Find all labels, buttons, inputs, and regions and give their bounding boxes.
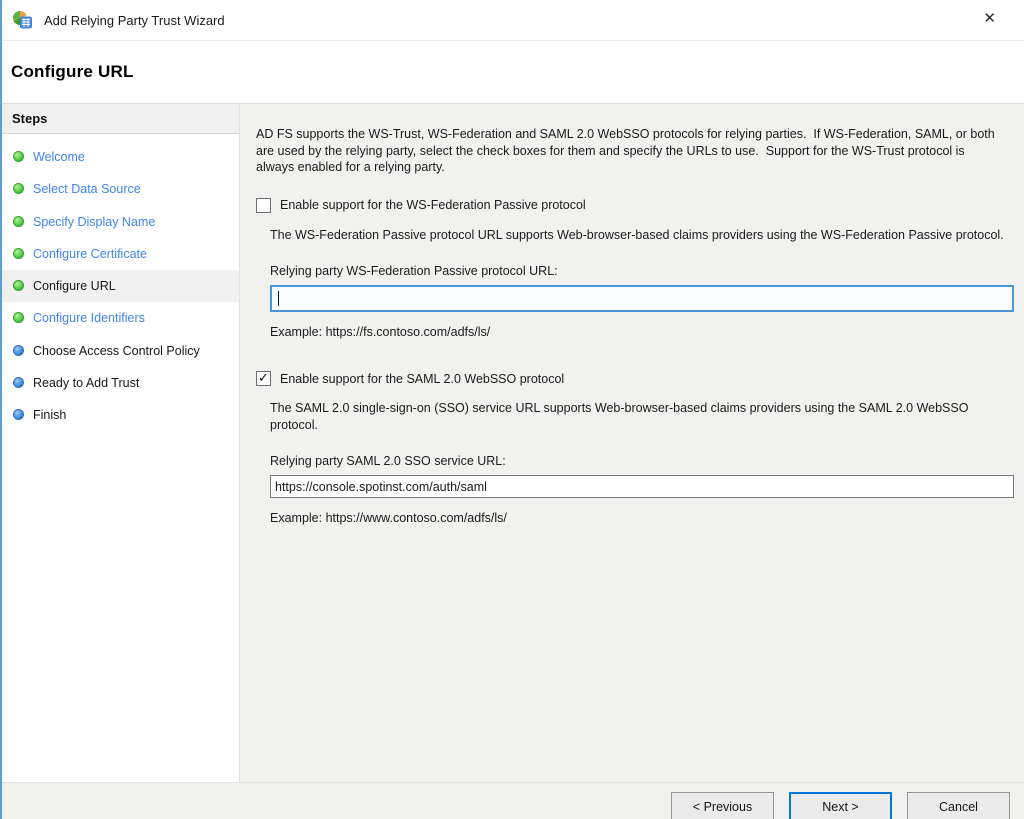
- step-bullet-icon: [13, 248, 24, 259]
- sidebar-item-welcome[interactable]: Welcome: [2, 141, 239, 173]
- sidebar-item-configure-identifiers[interactable]: Configure Identifiers: [2, 302, 239, 334]
- saml-url-input[interactable]: https://console.spotinst.com/auth/saml: [270, 475, 1014, 498]
- step-label: Configure Identifiers: [33, 310, 145, 326]
- saml-enable-row[interactable]: ✓ Enable support for the SAML 2.0 WebSSO…: [256, 371, 1012, 386]
- saml-enable-checkbox[interactable]: ✓: [256, 371, 271, 386]
- steps-header: Steps: [2, 104, 239, 134]
- saml-example-text: Example: https://www.contoso.com/adfs/ls…: [270, 511, 1012, 525]
- saml-url-label: Relying party SAML 2.0 SSO service URL:: [270, 454, 1012, 468]
- step-label: Ready to Add Trust: [33, 375, 139, 391]
- step-bullet-icon: [13, 280, 24, 291]
- saml-enable-label[interactable]: Enable support for the SAML 2.0 WebSSO p…: [280, 372, 564, 386]
- sidebar-item-configure-url: Configure URL: [2, 270, 239, 302]
- sidebar-item-configure-certificate[interactable]: Configure Certificate: [2, 238, 239, 270]
- wsfed-enable-label[interactable]: Enable support for the WS-Federation Pas…: [280, 198, 586, 212]
- sidebar-item-select-data-source[interactable]: Select Data Source: [2, 173, 239, 205]
- step-bullet-icon: [13, 377, 24, 388]
- cancel-button[interactable]: Cancel: [907, 792, 1010, 819]
- page-header: Configure URL: [2, 41, 1024, 102]
- footer-button-bar: < Previous Next > Cancel: [2, 782, 1024, 819]
- saml-url-value: https://console.spotinst.com/auth/saml: [275, 480, 487, 494]
- wsfed-description: The WS-Federation Passive protocol URL s…: [270, 227, 1012, 244]
- wizard-content: AD FS supports the WS-Trust, WS-Federati…: [240, 104, 1024, 782]
- wsfed-url-input[interactable]: [270, 285, 1014, 312]
- previous-button[interactable]: < Previous: [671, 792, 774, 819]
- step-label: Configure Certificate: [33, 246, 147, 262]
- step-label: Choose Access Control Policy: [33, 343, 200, 359]
- step-label: Specify Display Name: [33, 214, 155, 230]
- step-label: Finish: [33, 407, 66, 423]
- wsfed-enable-checkbox[interactable]: ✓: [256, 198, 271, 213]
- next-button[interactable]: Next >: [789, 792, 892, 819]
- wsfed-section: The WS-Federation Passive protocol URL s…: [270, 227, 1012, 340]
- sidebar-item-choose-access-control-policy: Choose Access Control Policy: [2, 335, 239, 367]
- sidebar-item-ready-to-add-trust: Ready to Add Trust: [2, 367, 239, 399]
- steps-list: Welcome Select Data Source Specify Display…: [2, 134, 239, 431]
- intro-text: AD FS supports the WS-Trust, WS-Federati…: [256, 126, 1006, 176]
- sidebar-item-finish: Finish: [2, 399, 239, 431]
- step-bullet-icon: [13, 409, 24, 420]
- saml-section: The SAML 2.0 single-sign-on (SSO) servic…: [270, 400, 1012, 525]
- text-cursor: [278, 291, 279, 306]
- wizard-body: Steps Welcome Select Data Source Specify D…: [2, 103, 1024, 782]
- step-bullet-icon: [13, 151, 24, 162]
- step-bullet-icon: [13, 312, 24, 323]
- close-icon[interactable]: ✕: [983, 11, 996, 26]
- step-label: Configure URL: [33, 278, 116, 294]
- sidebar-item-specify-display-name[interactable]: Specify Display Name: [2, 206, 239, 238]
- wsfed-enable-row[interactable]: ✓ Enable support for the WS-Federation P…: [256, 198, 1012, 213]
- step-bullet-icon: [13, 345, 24, 356]
- saml-description: The SAML 2.0 single-sign-on (SSO) servic…: [270, 400, 1012, 433]
- wsfed-example-text: Example: https://fs.contoso.com/adfs/ls/: [270, 325, 1012, 339]
- step-label: Select Data Source: [33, 181, 141, 197]
- steps-sidebar: Steps Welcome Select Data Source Specify D…: [2, 104, 240, 782]
- page-title: Configure URL: [11, 62, 134, 82]
- checkmark-icon: ✓: [258, 370, 269, 386]
- adfs-wizard-icon: [11, 10, 35, 30]
- wsfed-url-label: Relying party WS-Federation Passive prot…: [270, 264, 1012, 278]
- step-bullet-icon: [13, 183, 24, 194]
- step-bullet-icon: [13, 216, 24, 227]
- window-title: Add Relying Party Trust Wizard: [44, 13, 225, 28]
- titlebar: Add Relying Party Trust Wizard ✕: [2, 0, 1024, 41]
- step-label: Welcome: [33, 149, 85, 165]
